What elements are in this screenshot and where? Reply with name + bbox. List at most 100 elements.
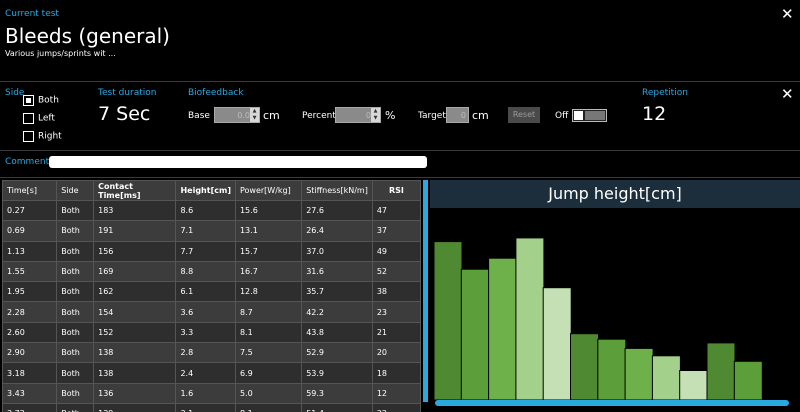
table-cell: 35.7	[301, 281, 373, 303]
down-arrow-icon[interactable]: ▼	[371, 115, 380, 122]
checkbox-icon	[23, 95, 34, 106]
table-cell: Both	[56, 402, 95, 412]
table-cell: 8.1	[234, 402, 303, 412]
table-cell: 6.9	[234, 362, 303, 384]
side-option-label: Left	[38, 113, 55, 124]
column-header[interactable]: Height[cm]	[175, 180, 236, 201]
repetition-label: Repetition	[642, 88, 688, 98]
bar-3	[488, 257, 518, 401]
table-row[interactable]: 2.60 Both 152 3.3 8.1 43.8 21	[2, 321, 421, 344]
percent-label: Percent	[302, 111, 336, 121]
table-cell: 136	[93, 382, 177, 404]
table-cell: 49	[371, 240, 421, 262]
toggle-knob	[574, 111, 583, 120]
percent-input[interactable]	[336, 108, 373, 122]
target-label: Target	[418, 111, 446, 121]
column-header[interactable]: Contact Time[ms]	[93, 180, 177, 201]
table-row[interactable]: 1.95 Both 162 6.1 12.8 35.7 38	[2, 281, 421, 303]
table-cell: 8.8	[175, 260, 236, 283]
table-cell: 22	[371, 402, 421, 412]
table-cell: 152	[93, 321, 177, 344]
table-row[interactable]: 1.13 Both 156 7.7 15.7 37.0 49	[2, 240, 421, 262]
table-cell: Both	[56, 342, 95, 364]
table-cell: 43.8	[301, 321, 373, 344]
table-cell: Both	[56, 301, 95, 323]
bar-7	[597, 338, 627, 401]
table-cell: 37.0	[301, 240, 373, 262]
table-cell: 1.95	[2, 281, 58, 303]
table-row[interactable]: 3.18 Both 138 2.4 6.9 53.9 18	[2, 362, 421, 384]
table-row[interactable]: 3.43 Both 136 1.6 5.0 59.3 12	[2, 382, 421, 404]
bar-1	[433, 241, 463, 401]
table-row[interactable]: 0.69 Both 191 7.1 13.1 26.4 37	[2, 220, 421, 242]
up-arrow-icon[interactable]: ▲	[250, 108, 259, 115]
target-input[interactable]	[447, 108, 468, 122]
close-settings-icon[interactable]: ✕	[781, 87, 794, 102]
repetition-value: 12	[642, 103, 667, 125]
chart-scrollbar[interactable]	[435, 400, 789, 406]
table-cell: 3.43	[2, 382, 58, 404]
table-row[interactable]: 2.90 Both 138 2.8 7.5 52.9 20	[2, 342, 421, 364]
reset-button[interactable]: Reset	[508, 107, 540, 123]
table-cell: 154	[93, 301, 177, 323]
table-cell: 38	[371, 281, 421, 303]
divider	[0, 177, 800, 178]
table-cell: 7.7	[175, 240, 236, 262]
table-cell: 15.7	[234, 240, 303, 262]
biofeedback-toggle[interactable]	[572, 109, 607, 122]
base-input[interactable]	[215, 108, 252, 122]
table-cell: 2.4	[175, 362, 236, 384]
base-stepper[interactable]: ▲▼	[214, 107, 260, 123]
table-cell: 12	[371, 382, 421, 404]
table-cell: Both	[56, 281, 95, 303]
table-row[interactable]: 0.27 Both 183 8.6 15.6 27.6 47	[2, 199, 421, 222]
percent-spin-buttons[interactable]: ▲ ▼	[371, 108, 380, 122]
side-option-right[interactable]: Right	[23, 126, 62, 145]
side-option-left[interactable]: Left	[23, 108, 55, 127]
table-cell: 2.28	[2, 301, 58, 323]
bar-10	[679, 370, 709, 401]
table-row[interactable]: 1.55 Both 169 8.8 16.7 31.6 52	[2, 260, 421, 283]
bar-9	[651, 355, 681, 401]
comment-label: Comment:	[5, 157, 53, 167]
table-scrollbar[interactable]	[423, 180, 428, 402]
side-option-both[interactable]: Both	[23, 90, 59, 109]
table-cell: 13.1	[234, 220, 303, 242]
table-cell: Both	[56, 321, 95, 344]
table-cell: 27.6	[301, 199, 373, 222]
percent-unit: %	[385, 109, 396, 122]
test-subtitle: Various jumps/sprints wit ...	[5, 49, 116, 58]
column-header[interactable]: Stiffness[kN/m]	[301, 180, 373, 201]
bar-5	[542, 287, 572, 401]
target-field[interactable]	[446, 107, 469, 123]
column-header[interactable]: Side	[56, 180, 95, 201]
test-duration-value: 7 Sec	[98, 103, 151, 125]
checkbox-icon	[23, 113, 34, 124]
column-header[interactable]: RSI	[371, 180, 421, 201]
bar-8	[624, 347, 654, 401]
down-arrow-icon[interactable]: ▼	[250, 115, 259, 122]
up-arrow-icon[interactable]: ▲	[371, 108, 380, 115]
base-unit: cm	[263, 109, 280, 122]
table-cell: 3.1	[175, 402, 236, 412]
table-cell: 3.6	[175, 301, 236, 323]
table-cell: 3.18	[2, 362, 58, 384]
table-cell: 156	[93, 240, 177, 262]
table-cell: 1.13	[2, 240, 58, 262]
column-header[interactable]: Power[W/kg]	[234, 180, 303, 201]
column-header[interactable]: Time[s]	[2, 180, 58, 201]
base-spin-buttons[interactable]: ▲ ▼	[250, 108, 259, 122]
percent-stepper[interactable]: ▲▼	[335, 107, 381, 123]
table-row[interactable]: 2.28 Both 154 3.6 8.7 42.2 23	[2, 301, 421, 323]
table-cell: Both	[56, 199, 95, 222]
table-cell: 3.72	[2, 402, 58, 412]
results-table: Time[s] Side Contact Time[ms] Height[cm]…	[2, 180, 421, 412]
table-cell: 21	[371, 321, 421, 344]
table-cell: 52	[371, 260, 421, 283]
table-cell: 23	[371, 301, 421, 323]
comment-input[interactable]	[49, 156, 427, 168]
close-icon[interactable]: ✕	[781, 7, 794, 22]
table-cell: 1.6	[175, 382, 236, 404]
table-row[interactable]: 3.72Both1393.18.151.422	[2, 402, 421, 412]
table-cell: 0.27	[2, 199, 58, 222]
